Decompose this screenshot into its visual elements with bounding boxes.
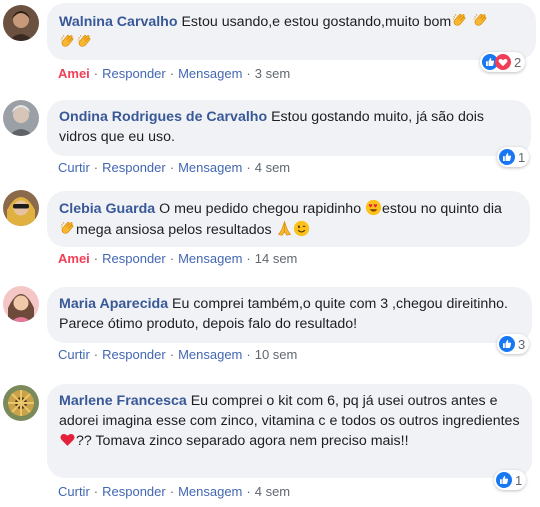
avatar[interactable] bbox=[3, 190, 39, 226]
red-heart-emoji bbox=[59, 431, 76, 448]
reply-button[interactable]: Responder bbox=[102, 484, 166, 499]
reaction-summary[interactable]: 3 bbox=[497, 334, 530, 354]
reaction-summary[interactable]: 1 bbox=[494, 470, 527, 490]
timestamp[interactable]: 14 sem bbox=[255, 251, 298, 266]
comment-text: O meu pedido chegou rapidinho bbox=[159, 201, 362, 217]
comment-bubble: Maria Aparecida Eu comprei também,o quit… bbox=[47, 287, 532, 343]
reaction-summary[interactable]: 1 bbox=[497, 147, 530, 167]
reaction-count: 3 bbox=[518, 336, 526, 352]
like-icon bbox=[496, 472, 512, 488]
reply-button[interactable]: Responder bbox=[102, 251, 166, 266]
love-button[interactable]: Amei bbox=[58, 251, 90, 266]
comment-text: Estou usando,e estou gostando,muito bom bbox=[181, 14, 452, 30]
reaction-count: 2 bbox=[514, 54, 522, 70]
comment-bubble: Walnina Carvalho Estou usando,e estou go… bbox=[47, 3, 536, 60]
message-button[interactable]: Mensagem bbox=[178, 66, 242, 81]
commenter-name[interactable]: Clebia Guarda bbox=[59, 201, 155, 217]
timestamp[interactable]: 4 sem bbox=[255, 484, 290, 499]
like-button[interactable]: Curtir bbox=[58, 160, 90, 175]
comment-text-2: ?? Tomava zinco separado agora nem preci… bbox=[76, 433, 409, 449]
comment-actions: Curtir · Responder · Mensagem · 4 sem bbox=[58, 484, 291, 499]
reaction-summary[interactable]: 2 bbox=[480, 52, 526, 72]
like-button[interactable]: Curtir bbox=[58, 484, 90, 499]
clapping-hands-emoji bbox=[451, 12, 468, 29]
like-icon bbox=[499, 149, 515, 165]
timestamp[interactable]: 4 sem bbox=[255, 160, 290, 175]
reply-button[interactable]: Responder bbox=[102, 347, 166, 362]
timestamp[interactable]: 3 sem bbox=[255, 66, 290, 81]
reaction-count: 1 bbox=[518, 149, 526, 165]
avatar[interactable] bbox=[3, 100, 39, 136]
commenter-name[interactable]: Maria Aparecida bbox=[59, 296, 168, 312]
comment-bubble: Marlene Francesca Eu comprei o kit com 6… bbox=[47, 384, 532, 478]
commenter-name[interactable]: Walnina Carvalho bbox=[59, 14, 178, 30]
comment-actions: Amei · Responder · Mensagem · 3 sem bbox=[58, 66, 291, 81]
comment-actions: Curtir · Responder · Mensagem · 4 sem bbox=[58, 160, 291, 175]
message-button[interactable]: Mensagem bbox=[178, 347, 242, 362]
comment-actions: Amei · Responder · Mensagem · 14 sem bbox=[58, 251, 298, 266]
clapping-hands-emoji bbox=[76, 33, 93, 50]
message-button[interactable]: Mensagem bbox=[178, 160, 242, 175]
like-button[interactable]: Curtir bbox=[58, 347, 90, 362]
reply-button[interactable]: Responder bbox=[102, 160, 166, 175]
message-button[interactable]: Mensagem bbox=[178, 251, 242, 266]
timestamp[interactable]: 10 sem bbox=[255, 347, 298, 362]
comment-bubble: Ondina Rodrigues de Carvalho Estou gosta… bbox=[47, 100, 531, 156]
reply-button[interactable]: Responder bbox=[102, 66, 166, 81]
avatar[interactable] bbox=[3, 385, 39, 421]
comment-bubble: Clebia Guarda O meu pedido chegou rapidi… bbox=[47, 191, 530, 247]
clapping-hands-emoji bbox=[59, 33, 76, 50]
praying-hands-emoji bbox=[276, 220, 293, 237]
comment-actions: Curtir · Responder · Mensagem · 10 sem bbox=[58, 347, 298, 362]
love-icon bbox=[495, 54, 511, 70]
love-button[interactable]: Amei bbox=[58, 66, 90, 81]
avatar[interactable] bbox=[3, 286, 39, 322]
clapping-hands-emoji bbox=[59, 220, 76, 237]
heart-eyes-emoji bbox=[365, 199, 382, 216]
comment-text-2: estou no quinto dia bbox=[382, 201, 502, 217]
commenter-name[interactable]: Marlene Francesca bbox=[59, 393, 187, 409]
like-icon bbox=[499, 336, 515, 352]
comment-text-3: mega ansiosa pelos resultados bbox=[76, 221, 272, 238]
commenter-name[interactable]: Ondina Rodrigues de Carvalho bbox=[59, 109, 267, 125]
message-button[interactable]: Mensagem bbox=[178, 484, 242, 499]
avatar[interactable] bbox=[3, 5, 39, 41]
reaction-count: 1 bbox=[515, 472, 523, 488]
wink-emoji bbox=[293, 220, 310, 237]
clapping-hands-emoji bbox=[472, 12, 489, 29]
